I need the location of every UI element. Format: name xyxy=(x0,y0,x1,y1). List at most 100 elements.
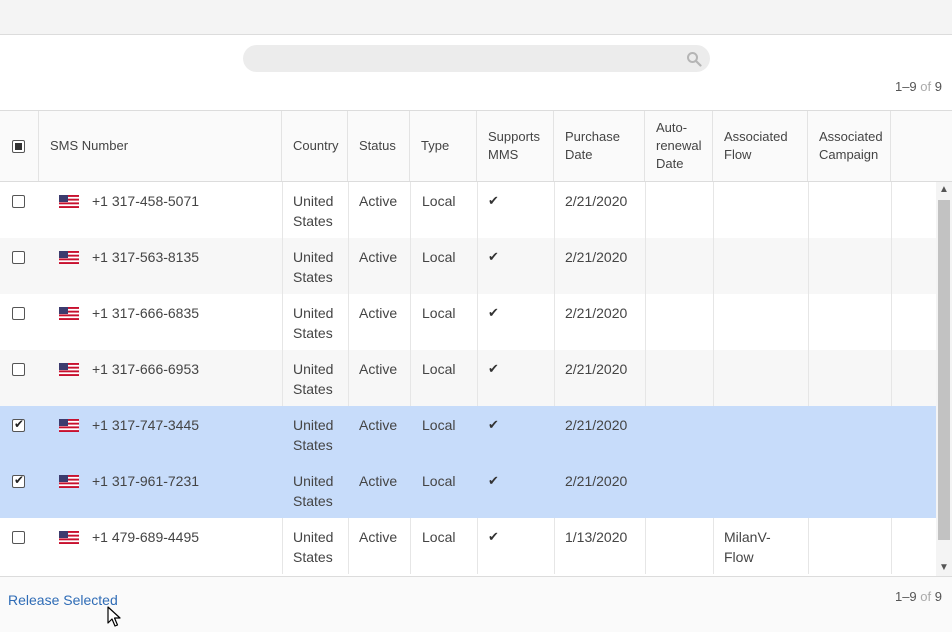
checkmark-icon: ✔ xyxy=(488,305,499,320)
column-divider xyxy=(410,182,411,238)
table-row[interactable]: +1 317-666-6953 United States Active Local ✔ 2… xyxy=(0,350,936,406)
sms-number[interactable]: +1 317-458-5071 xyxy=(92,182,199,238)
column-divider xyxy=(713,182,714,238)
status-cell: Active xyxy=(359,249,398,265)
header-auto-renewal-date[interactable]: Auto-renewal Date xyxy=(645,111,713,181)
checkmark-icon: ✔ xyxy=(488,193,499,208)
column-divider xyxy=(554,182,555,238)
column-divider xyxy=(282,182,283,238)
type-cell: Local xyxy=(422,193,456,209)
header-type[interactable]: Type xyxy=(410,111,477,181)
purchase-date-cell: 2/21/2020 xyxy=(565,473,628,489)
column-divider xyxy=(410,238,411,294)
column-divider xyxy=(891,518,892,574)
search-box[interactable] xyxy=(243,45,710,72)
column-divider xyxy=(645,518,646,574)
table-row[interactable]: ✔ +1 317-961-7231 United States Active Local ✔… xyxy=(0,462,936,518)
purchase-date-cell: 2/21/2020 xyxy=(565,193,628,209)
column-divider xyxy=(477,294,478,350)
row-checkbox[interactable] xyxy=(12,307,25,320)
table-row[interactable]: +1 317-458-5071 United States Active Local ✔ 2… xyxy=(0,182,936,238)
column-divider xyxy=(713,294,714,350)
purchase-date-cell: 2/21/2020 xyxy=(565,417,628,433)
column-divider xyxy=(808,518,809,574)
column-divider xyxy=(713,518,714,574)
country-cell: United States xyxy=(293,361,334,397)
pagination-range: 1–9 xyxy=(894,79,917,94)
search-icon[interactable] xyxy=(686,51,702,67)
sms-number[interactable]: +1 317-961-7231 xyxy=(92,462,199,518)
table-row[interactable]: +1 479-689-4495 United States Active Local ✔ 1… xyxy=(0,518,936,574)
header-associated-campaign[interactable]: Associated Campaign xyxy=(808,111,891,181)
status-cell: Active xyxy=(359,473,398,489)
country-cell: United States xyxy=(293,193,334,229)
sms-number[interactable]: +1 479-689-4495 xyxy=(92,518,199,574)
row-checkbox[interactable] xyxy=(12,251,25,264)
column-divider xyxy=(713,238,714,294)
column-divider xyxy=(477,518,478,574)
row-checkbox[interactable] xyxy=(12,531,25,544)
header-country[interactable]: Country xyxy=(282,111,348,181)
scroll-down-arrow-icon[interactable]: ▼ xyxy=(939,562,949,573)
type-cell: Local xyxy=(422,361,456,377)
column-divider xyxy=(477,182,478,238)
scroll-up-arrow-icon[interactable]: ▲ xyxy=(939,184,949,195)
header-associated-flow[interactable]: Associated Flow xyxy=(713,111,808,181)
column-divider xyxy=(282,518,283,574)
column-divider xyxy=(348,294,349,350)
column-divider xyxy=(891,238,892,294)
status-cell: Active xyxy=(359,193,398,209)
column-divider xyxy=(477,238,478,294)
row-checkbox[interactable]: ✔ xyxy=(12,417,25,432)
column-divider xyxy=(645,294,646,350)
sms-number[interactable]: +1 317-666-6953 xyxy=(92,350,199,406)
row-checkbox[interactable]: ✔ xyxy=(12,473,25,488)
type-cell: Local xyxy=(422,305,456,321)
column-divider xyxy=(282,238,283,294)
sms-number[interactable]: +1 317-563-8135 xyxy=(92,238,199,294)
column-divider xyxy=(808,350,809,406)
type-cell: Local xyxy=(422,473,456,489)
pagination-total: 9 xyxy=(934,589,942,604)
status-cell: Active xyxy=(359,529,398,545)
column-divider xyxy=(348,350,349,406)
sms-number[interactable]: +1 317-747-3445 xyxy=(92,406,199,462)
column-divider xyxy=(477,350,478,406)
mouse-pointer-icon xyxy=(107,606,121,627)
purchase-date-cell: 2/21/2020 xyxy=(565,361,628,377)
header-supports-mms[interactable]: Supports MMS xyxy=(477,111,554,181)
pagination-of: of xyxy=(920,589,932,604)
select-all-checkbox[interactable] xyxy=(12,140,25,153)
us-flag-icon xyxy=(59,307,79,320)
type-cell: Local xyxy=(422,249,456,265)
column-divider xyxy=(282,294,283,350)
checkmark-icon: ✔ xyxy=(488,529,499,544)
header-sms-number[interactable]: SMS Number xyxy=(39,111,282,181)
top-toolbar xyxy=(0,0,952,35)
row-checkbox[interactable] xyxy=(12,195,25,208)
purchase-date-cell: 2/21/2020 xyxy=(565,249,628,265)
header-status[interactable]: Status xyxy=(348,111,410,181)
release-selected-link[interactable]: Release Selected xyxy=(8,592,118,608)
country-cell: United States xyxy=(293,305,334,341)
sms-number[interactable]: +1 317-666-6835 xyxy=(92,294,199,350)
purchase-date-cell: 1/13/2020 xyxy=(565,529,628,545)
table-row[interactable]: ✔ +1 317-747-3445 United States Active Local ✔… xyxy=(0,406,936,462)
column-divider xyxy=(808,294,809,350)
checkmark-icon: ✔ xyxy=(488,417,499,432)
column-divider xyxy=(891,294,892,350)
column-divider xyxy=(410,294,411,350)
vertical-scrollbar[interactable]: ▲ ▼ xyxy=(936,182,952,576)
pagination-summary-top: 1–9 of 9 xyxy=(895,79,942,94)
row-checkbox[interactable] xyxy=(12,363,25,376)
table-row[interactable]: +1 317-563-8135 United States Active Local ✔ 2… xyxy=(0,238,936,294)
type-cell: Local xyxy=(422,529,456,545)
scrollbar-thumb[interactable] xyxy=(938,200,950,540)
search-input[interactable] xyxy=(257,45,677,72)
column-divider xyxy=(554,518,555,574)
header-purchase-date[interactable]: Purchase Date xyxy=(554,111,645,181)
column-divider xyxy=(410,518,411,574)
table-row[interactable]: +1 317-666-6835 United States Active Local ✔ 2… xyxy=(0,294,936,350)
type-cell: Local xyxy=(422,417,456,433)
us-flag-icon xyxy=(59,475,79,488)
